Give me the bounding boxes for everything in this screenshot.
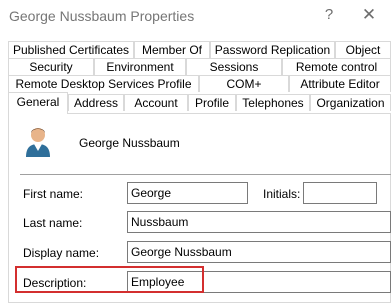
tab-remote-desktop-services-profile[interactable]: Remote Desktop Services Profile	[8, 75, 199, 92]
tab-environment[interactable]: Environment	[94, 58, 186, 75]
window-title: George Nussbaum Properties	[9, 8, 195, 24]
user-icon	[22, 124, 54, 158]
tab-sessions[interactable]: Sessions	[186, 58, 282, 75]
help-button[interactable]: ?	[320, 4, 338, 26]
tab-object[interactable]: Object	[335, 41, 391, 58]
last-name-field[interactable]: Nussbaum	[127, 211, 391, 233]
tab-general[interactable]: General	[8, 92, 68, 114]
tab-published-certificates[interactable]: Published Certificates	[8, 41, 134, 58]
tab-organization[interactable]: Organization	[310, 94, 391, 111]
tab-member-of[interactable]: Member Of	[134, 41, 210, 58]
initials-label: Initials:	[263, 187, 301, 201]
display-name-field[interactable]: George Nussbaum	[127, 241, 391, 263]
first-name-field[interactable]: George	[127, 182, 248, 204]
first-name-label: First name:	[23, 187, 84, 201]
tab-security[interactable]: Security	[8, 58, 94, 75]
divider	[20, 174, 391, 175]
tab-telephones[interactable]: Telephones	[236, 94, 310, 111]
tab-account[interactable]: Account	[124, 94, 188, 111]
tab-password-replication[interactable]: Password Replication	[210, 41, 335, 58]
tab-profile[interactable]: Profile	[188, 94, 236, 111]
user-display-name-header: George Nussbaum	[79, 136, 180, 150]
tab-address[interactable]: Address	[68, 94, 124, 111]
title-bar: George Nussbaum Properties ? ✕	[0, 0, 391, 36]
initials-field[interactable]	[303, 182, 377, 204]
highlight-box	[15, 266, 204, 293]
tab-com-plus[interactable]: COM+	[199, 75, 289, 92]
close-button[interactable]: ✕	[358, 4, 380, 26]
display-name-label: Display name:	[23, 246, 100, 260]
tab-attribute-editor[interactable]: Attribute Editor	[289, 75, 391, 92]
tab-remote-control[interactable]: Remote control	[282, 58, 391, 75]
last-name-label: Last name:	[23, 216, 83, 230]
